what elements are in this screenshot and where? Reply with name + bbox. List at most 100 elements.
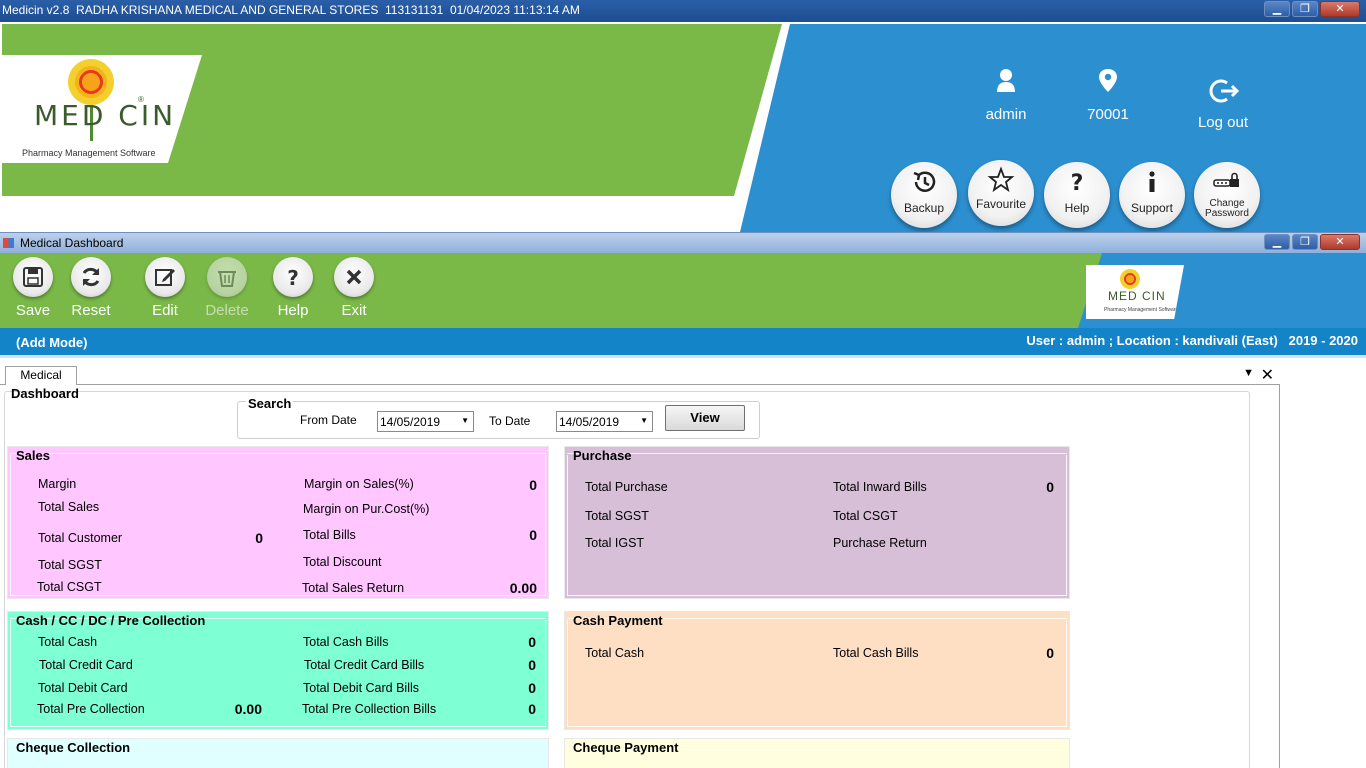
help-header-label: Help xyxy=(1064,201,1090,215)
exit-button[interactable]: Exit xyxy=(326,257,382,319)
password-lock-icon xyxy=(1213,172,1239,187)
session-info: User : admin ; Location : kandivali (Eas… xyxy=(1026,333,1358,348)
cheque-collection-panel: Cheque Collection xyxy=(7,738,549,768)
total-sales-return-label: Total Sales Return xyxy=(302,581,405,595)
action-toolbar: Save Reset Edit Delete ? Help Exit MED C… xyxy=(0,253,1366,328)
total-customer-value: 0 xyxy=(255,530,263,546)
cash-payment-panel: Cash Payment Total Cash Total Cash Bills… xyxy=(564,611,1070,730)
support-button[interactable]: Support xyxy=(1119,162,1185,228)
total-debit-card-label: Total Debit Card xyxy=(38,681,128,695)
trash-icon xyxy=(218,271,236,287)
from-date-picker[interactable]: 14/05/2019 ▼ xyxy=(377,411,474,432)
total-debit-card-bills-value: 0 xyxy=(528,680,536,696)
header-user[interactable]: admin xyxy=(976,66,1036,123)
edit-label: Edit xyxy=(152,302,178,319)
total-credit-card-label: Total Credit Card xyxy=(39,658,133,672)
logo-registered-mark: ® xyxy=(138,95,144,104)
tab-medical[interactable]: Medical xyxy=(5,366,77,385)
close-button[interactable]: ✕ xyxy=(1320,1,1360,17)
search-legend: Search xyxy=(246,396,294,411)
total-customer-label: Total Customer xyxy=(38,531,123,545)
total-sales-return-value: 0.00 xyxy=(509,580,537,596)
child-maximize-button[interactable]: ❐ xyxy=(1292,234,1318,250)
dashboard-title: Dashboard xyxy=(11,386,79,401)
purchase-total-sgst-label: Total SGST xyxy=(585,509,649,523)
dashboard-content: Dashboard Search From Date 14/05/2019 ▼ T… xyxy=(0,385,1280,768)
minimize-button[interactable]: ▁ xyxy=(1264,1,1290,17)
save-label: Save xyxy=(15,302,51,319)
support-label: Support xyxy=(1130,201,1174,215)
favourite-label: Favourite xyxy=(975,197,1027,211)
cash-collection-panel: Cash / CC / DC / Pre Collection Total Ca… xyxy=(7,611,549,730)
total-bills-value: 0 xyxy=(529,527,537,543)
mode-indicator: (Add Mode) xyxy=(16,335,88,350)
backup-button[interactable]: Backup xyxy=(891,162,957,228)
refresh-icon xyxy=(82,267,100,287)
backup-label: Backup xyxy=(903,201,945,215)
margin-on-sales-value: 0 xyxy=(529,477,537,493)
tab-strip: Medical ▼ ✕ xyxy=(0,365,1280,385)
favourite-button[interactable]: Favourite xyxy=(968,160,1034,226)
app-header: MED CIN ® Pharmacy Management Software a… xyxy=(0,22,1366,232)
user-icon xyxy=(997,69,1015,92)
to-date-picker[interactable]: 14/05/2019 ▼ xyxy=(556,411,653,432)
help-button[interactable]: ? Help xyxy=(265,257,321,319)
total-purchase-label: Total Purchase xyxy=(585,480,668,494)
child-close-button[interactable]: ✕ xyxy=(1320,234,1360,250)
save-button[interactable]: Save xyxy=(5,257,61,319)
cheque-collection-title: Cheque Collection xyxy=(16,740,131,755)
child-minimize-button[interactable]: ▁ xyxy=(1264,234,1290,250)
tab-list-dropdown-icon[interactable]: ▼ xyxy=(1243,367,1254,379)
change-password-button[interactable]: Change Password xyxy=(1194,162,1260,228)
toolbar-medicin-logo: MED CIN Pharmacy Management Software xyxy=(1086,265,1184,319)
view-button[interactable]: View xyxy=(665,405,745,431)
sales-title: Sales xyxy=(16,448,50,463)
window-app-icon xyxy=(3,238,14,248)
cheque-payment-panel: Cheque Payment xyxy=(564,738,1070,768)
delete-button[interactable]: Delete xyxy=(199,257,255,319)
chevron-down-icon: ▼ xyxy=(461,416,469,425)
to-date-label: To Date xyxy=(489,414,531,428)
search-group: Search From Date 14/05/2019 ▼ To Date 14/… xyxy=(237,396,760,439)
purchase-title: Purchase xyxy=(573,448,632,463)
logo-wordmark: MED CIN xyxy=(34,99,177,132)
purchase-return-label: Purchase Return xyxy=(833,536,927,550)
total-pre-collection-bills-value: 0 xyxy=(528,701,536,717)
total-inward-bills-label: Total Inward Bills xyxy=(833,480,927,494)
margin-on-sales-label: Margin on Sales(%) xyxy=(304,477,414,491)
total-cash-label: Total Cash xyxy=(38,635,98,649)
mode-bar: (Add Mode) User : admin ; Location : kan… xyxy=(0,328,1366,358)
header-location-label: 70001 xyxy=(1087,106,1129,123)
child-window-title: Medical Dashboard xyxy=(20,236,124,250)
star-icon xyxy=(987,166,1015,193)
child-window-controls: ▁ ❐ ✕ xyxy=(1264,234,1360,250)
edit-button[interactable]: Edit xyxy=(137,257,193,319)
sales-panel: Sales Margin Total Sales Total Customer … xyxy=(7,446,549,599)
question-icon: ? xyxy=(1071,171,1084,196)
logout-button[interactable]: Log out xyxy=(1192,74,1254,131)
payment-total-cash-bills-label: Total Cash Bills xyxy=(833,646,919,660)
from-date-label: From Date xyxy=(300,413,357,427)
edit-icon xyxy=(155,269,175,286)
close-icon xyxy=(346,269,362,285)
purchase-total-csgt-label: Total CSGT xyxy=(833,509,898,523)
total-pre-collection-bills-label: Total Pre Collection Bills xyxy=(302,702,437,716)
header-user-label: admin xyxy=(985,106,1027,123)
total-discount-label: Total Discount xyxy=(303,555,382,569)
purchase-panel: Purchase Total Purchase Total SGST Total… xyxy=(564,446,1070,599)
payment-total-cash-bills-value: 0 xyxy=(1046,645,1054,661)
header-location[interactable]: 70001 xyxy=(1078,66,1138,123)
help-header-button[interactable]: ? Help xyxy=(1044,162,1110,228)
total-credit-card-bills-value: 0 xyxy=(528,657,536,673)
reset-button[interactable]: Reset xyxy=(63,257,119,319)
total-csgt-label: Total CSGT xyxy=(37,580,102,594)
margin-on-pur-cost-label: Margin on Pur.Cost(%) xyxy=(303,502,430,516)
total-pre-collection-label: Total Pre Collection xyxy=(37,702,145,716)
tab-close-icon[interactable]: ✕ xyxy=(1261,365,1274,385)
svg-text:?: ? xyxy=(1071,171,1084,196)
cash-payment-title: Cash Payment xyxy=(573,613,663,628)
medicin-logo: MED CIN ® Pharmacy Management Software xyxy=(2,55,202,163)
total-cash-bills-label: Total Cash Bills xyxy=(303,635,389,649)
maximize-button[interactable]: ❐ xyxy=(1292,1,1318,17)
total-credit-card-bills-label: Total Credit Card Bills xyxy=(304,658,425,672)
